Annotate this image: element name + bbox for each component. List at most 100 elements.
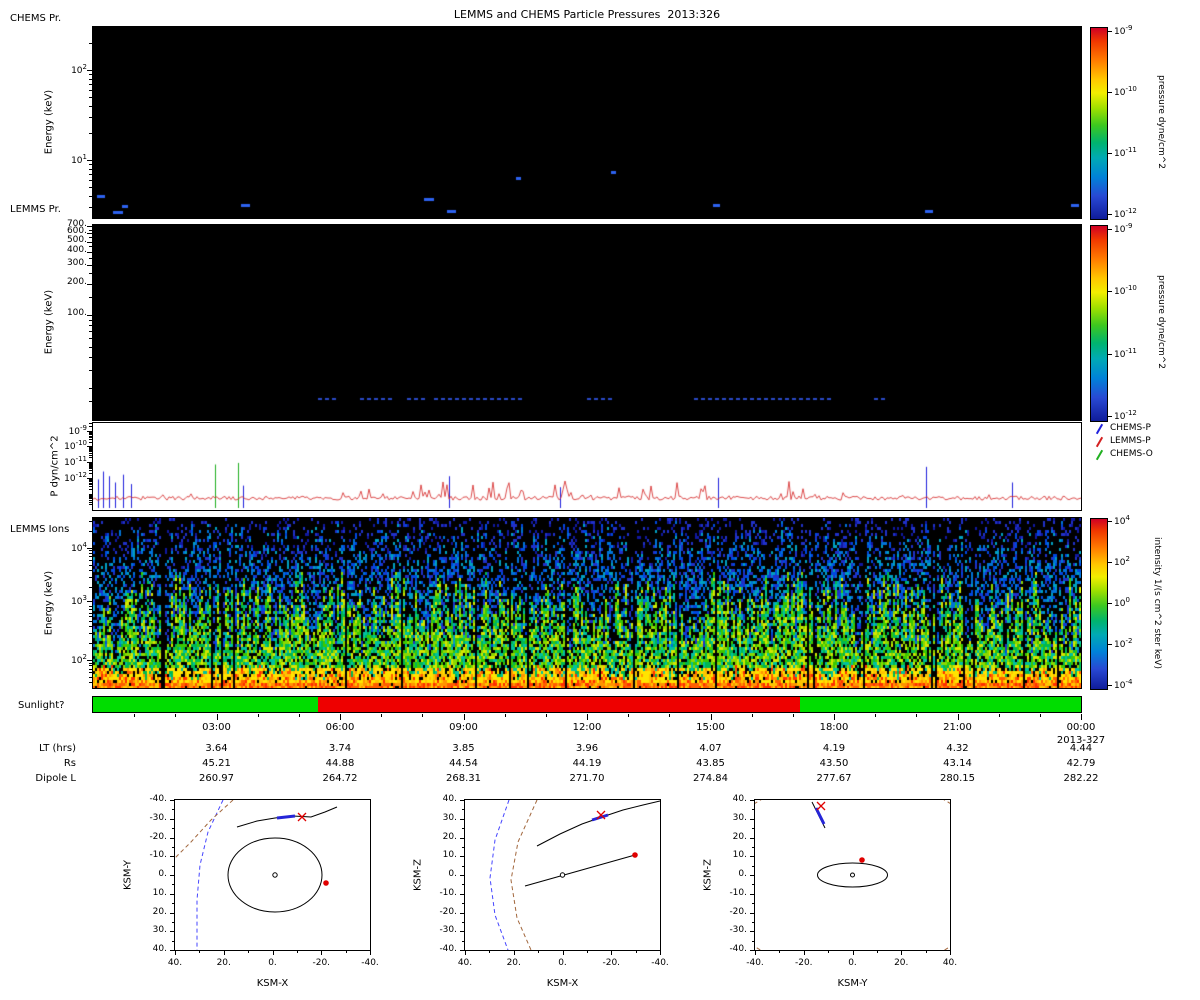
pressure-colorbar-2-tick-label: 10-11 [1114,347,1137,360]
red-dot-marker [859,857,865,863]
orbit_ksmy_ksmz-ytick-label: 10. [715,850,747,860]
planet-marker [273,873,277,877]
pressure-lines-minor-tick [89,483,93,484]
lemms-ions-minor-tick [89,616,93,617]
time-tick-label: 09:00 [439,722,489,734]
chems-pressure-ytick-label: 102 [45,63,87,76]
orbit_ksmy_ksmz-xtick-minor [926,950,927,953]
lemms-pressure-minor-tick [89,237,93,238]
lemms-pressure-ytick [87,252,93,253]
pressure-colorbar-1-tick-label: 10-9 [1114,24,1132,37]
lemms-pressure-ytick [87,233,93,234]
orbit_ksmx_ksmy-ytick-label: 30. [135,925,167,935]
chems-pressure-ytick [87,70,93,71]
pressure-lines-minor-tick [89,453,93,454]
lemms-pressure-ytick [87,242,93,243]
pressure-colorbar-2-tick [1108,416,1112,417]
orbit_ksmx_ksmy-xtick [175,950,176,955]
pressure-lines-ytick-label: 10-11 [45,455,87,468]
ephemeris-value: 282.22 [1051,773,1111,785]
ephemeris-value: 45.21 [187,758,247,770]
chems-pressure-minor-tick [89,164,93,165]
lemms-pressure-minor-tick [89,230,93,231]
time-tick [1040,714,1041,717]
ephemeris-row-label-lt: LT (hrs) [14,743,76,755]
intensity-colorbar-tick [1108,562,1112,563]
ephemeris-value: 44.88 [310,758,370,770]
time-tick [875,714,876,717]
lemms-pressure-ytick-label: 300. [45,258,87,268]
time-tick-label: 12:00 [562,722,612,734]
ephemeris-value: 44.19 [557,758,617,770]
time-tick-label: 15:00 [686,722,736,734]
orbit_ksmx_ksmz-xtick [611,950,612,955]
orbit_ksmy_ksmz-xtick [755,950,756,955]
chems-pressure-minor-tick [89,174,93,175]
legend-marker-chems-o [1096,450,1103,461]
panel-label-lemms-ions: LEMMS Ions [10,524,69,536]
pressure-lines-ytick-label: 10-12 [45,471,87,484]
lemms-pressure-ytick [87,265,93,266]
lemms-ions-minor-tick [89,550,93,551]
lemms-pressure-minor-tick [89,258,93,259]
pressure-lines-minor-tick [89,451,93,452]
orbit_ksmx_ksmz-ytick-label: 10. [425,850,457,860]
orbit_ksmx_ksmz-xtick-label: -40. [640,958,680,968]
time-tick [546,714,547,717]
chems-pressure-minor-tick [89,79,93,80]
time-tick [587,714,588,720]
intensity-colorbar [1090,518,1108,690]
dashed-brown-curve [511,800,537,950]
pressure-colorbar-1-tick [1108,214,1112,215]
orbit_ksmx_ksmz-ytick-label: -30. [425,925,457,935]
orbit_ksmy_ksmz-ytick-label: 40. [715,794,747,804]
chems-pressure-minor-tick [89,117,93,118]
intensity-colorbar-tick [1108,644,1112,645]
orbit_ksmx_ksmz-xtick-minor [538,950,539,953]
lemms-ions-minor-tick [89,556,93,557]
time-tick [958,714,959,720]
orbit_ksmx_ksmz-ytick-label: 20. [425,832,457,842]
time-tick [752,714,753,717]
ylabel-chems-pressure: Energy (keV) [43,90,55,154]
lemms-ions-ytick-label: 104 [45,541,87,554]
chems-pressure-ytick [87,160,93,161]
ephemeris-value: 43.14 [928,758,988,770]
orbit_ksmy_ksmz-ytick-label: -40. [715,944,747,954]
chems-pressure-minor-tick [89,133,93,134]
pressure-lines-minor-tick [89,439,93,440]
pressure-lines-minor-tick [89,484,93,485]
pressure-lines-minor-tick [89,504,93,505]
lemms-pressure-minor-tick [89,320,93,321]
ephemeris-value: 264.72 [310,773,370,785]
orbit_ksmx_ksmy-ytick-label: 40. [135,944,167,954]
lemms-pressure-minor-tick [89,357,93,358]
orbit_ksmx_ksmy-xtick-minor [297,950,298,953]
orbit_ksmx_ksmy-xtick [321,950,322,955]
red-dot-marker [632,852,638,858]
figure-title: LEMMS and CHEMS Particle Pressures 2013:… [454,9,720,22]
pressure-lines-minor-tick [89,434,93,435]
intensity-colorbar-tick [1108,603,1112,604]
pressure-lines-minor-tick [89,479,93,480]
lemms-pressure-ytick-label: 500. [45,235,87,245]
orbit_ksmx_ksmz-ylabel: KSM-Z [412,859,424,891]
orbit_ksmx_ksmz-xtick-minor [587,950,588,953]
orbit_ksmx_ksmz-xtick-label: 20. [494,958,534,968]
pressure-colorbar-1 [1090,27,1108,220]
lemms-ions-minor-tick [89,626,93,627]
pressure-lines-minor-tick [89,502,93,503]
orbit_ksmy_ksmz-ytick-label: -30. [715,925,747,935]
pressure-lines-ytick-label: 10-9 [45,424,87,437]
dashed-blue-curve [197,800,223,950]
pressure-lines-minor-tick [89,437,93,438]
orbit_ksmx_ksmz-xtick [465,950,466,955]
orbit_ksmx_ksmz-ytick-label: 0. [425,869,457,879]
pressure-lines-minor-tick [89,465,93,466]
pressure-lines-minor-tick [89,498,93,499]
orbit_ksmx_ksmy-ytick-label: 10. [135,888,167,898]
orbit_ksmx_ksmy-xtick-minor [199,950,200,953]
pressure-colorbar-1-tick [1108,31,1112,32]
intensity-colorbar-tick-label: 10-2 [1114,637,1132,650]
lemms-ions-minor-tick [89,553,93,554]
